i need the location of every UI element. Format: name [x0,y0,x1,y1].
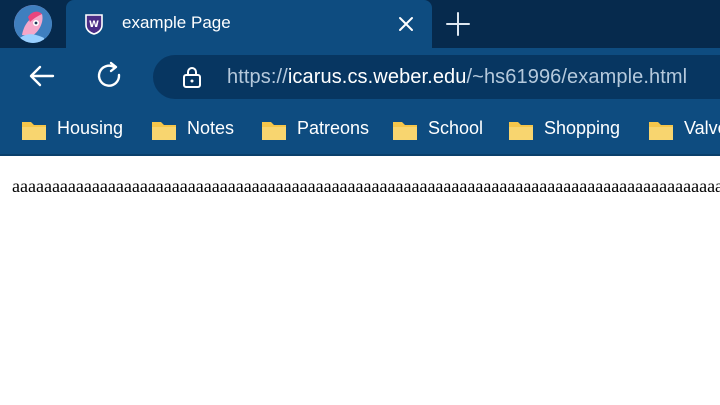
lock-icon[interactable] [181,66,203,88]
url-host: icarus.cs.weber.edu [287,66,467,88]
folder-icon [151,119,177,141]
shield-w-favicon: W [84,13,104,35]
address-bar[interactable]: https://icarus.cs.weber.edu/~hs61996/exa… [153,55,720,99]
url-text[interactable]: https://icarus.cs.weber.edu/~hs61996/exa… [227,66,687,89]
back-arrow-icon[interactable] [26,60,58,92]
url-path: /~hs61996/example.html [466,66,688,88]
bookmark-label: School [428,118,484,138]
bookmarks-bar: Housing Notes Patreons School Shopping V… [0,104,720,156]
page-body-text: aaaaaaaaaaaaaaaaaaaaaaaaaaaaaaaaaaaaaaaa… [12,176,720,196]
tab-strip: W example Page [0,0,720,48]
url-scheme: https:// [227,66,288,88]
folder-icon [392,119,418,141]
folder-icon [508,119,534,141]
folder-icon [261,119,287,141]
bookmark-label: Shopping [544,118,621,138]
navigation-toolbar: https://icarus.cs.weber.edu/~hs61996/exa… [0,48,720,104]
bookmark-label: Notes [187,118,235,138]
reload-icon[interactable] [94,60,126,92]
bookmark-label: Housing [57,118,124,138]
svg-text:W: W [89,20,99,30]
folder-icon [21,119,47,141]
bookmark-label: Patreons [297,118,370,138]
bookmark-label: Valve [684,118,720,138]
profile-avatar[interactable] [14,5,52,43]
page-content: aaaaaaaaaaaaaaaaaaaaaaaaaaaaaaaaaaaaaaaa… [0,156,720,405]
tab-title: example Page [122,13,231,32]
close-icon[interactable] [394,12,418,36]
folder-icon [648,119,674,141]
active-tab[interactable]: W example Page [66,0,432,48]
plus-icon[interactable] [444,10,472,38]
